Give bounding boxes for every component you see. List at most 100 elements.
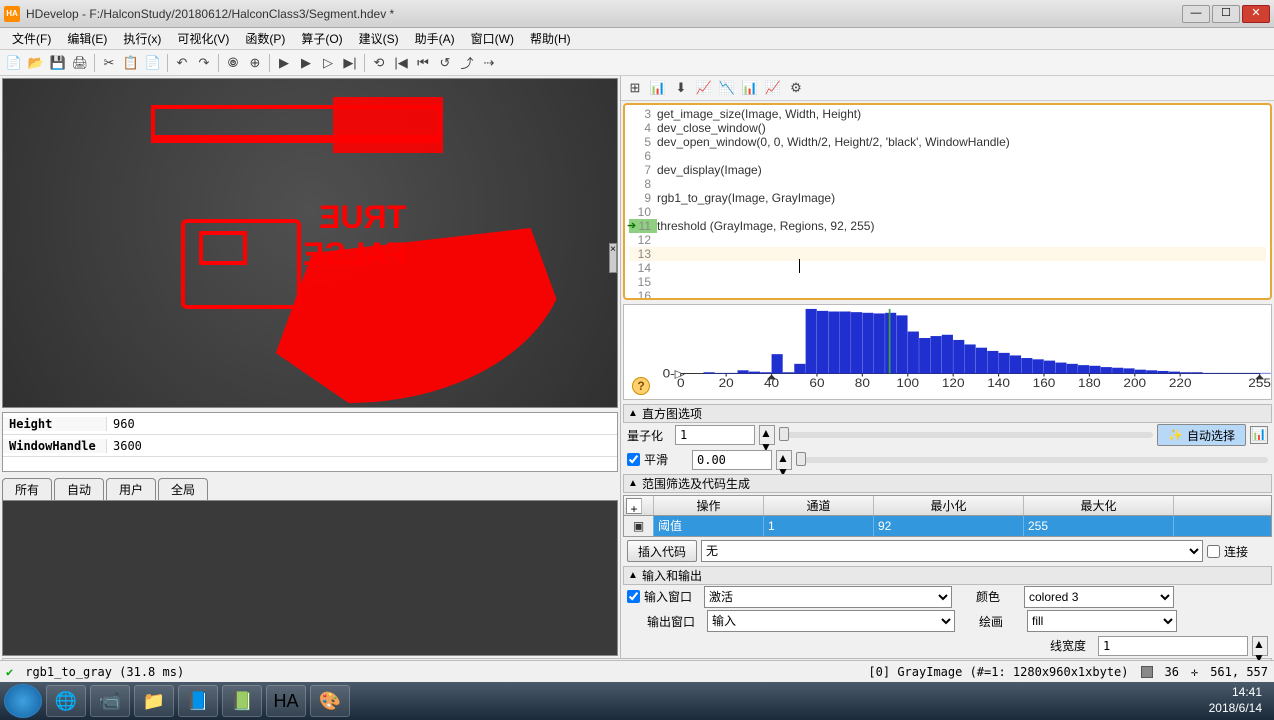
toolbar-button[interactable]: 📄 xyxy=(143,53,163,73)
toolbar-button[interactable]: 🖨 xyxy=(70,53,90,73)
insert-code-button[interactable]: 插入代码 xyxy=(627,540,697,562)
menu-item[interactable]: 编辑(E) xyxy=(59,28,115,49)
linewidth-input[interactable] xyxy=(1098,636,1248,656)
toolbar-button[interactable]: ▶ xyxy=(296,53,316,73)
toolbar-button[interactable]: 📄 xyxy=(4,53,24,73)
code-line[interactable]: 12 xyxy=(629,233,1266,247)
code-line[interactable]: 3get_image_size(Image, Width, Height) xyxy=(629,107,1266,121)
input-window-select[interactable]: 激活 xyxy=(704,586,952,608)
toolbar-button[interactable]: ⏮ xyxy=(413,53,433,73)
toolbar-button[interactable]: 🞋 xyxy=(223,53,243,73)
smooth-spinner[interactable]: ▲▼ xyxy=(776,450,792,470)
menu-item[interactable]: 建议(S) xyxy=(351,28,407,49)
code-line[interactable]: 13 xyxy=(629,247,1266,261)
toolbar-button[interactable]: ⇢ xyxy=(479,53,499,73)
code-line[interactable]: 14 xyxy=(629,261,1266,275)
toolbar-button[interactable]: 📂 xyxy=(26,53,46,73)
code-line[interactable]: 16 xyxy=(629,289,1266,301)
quantization-input[interactable] xyxy=(675,425,755,445)
smooth-checkbox[interactable] xyxy=(627,453,640,466)
code-editor[interactable]: 3get_image_size(Image, Width, Height)4de… xyxy=(623,103,1272,301)
system-tray[interactable]: 14:41 2018/6/14 xyxy=(1201,685,1270,716)
cell-operation[interactable]: 阈值 xyxy=(654,516,764,536)
taskbar-app-icon[interactable]: 🌐 xyxy=(46,685,86,717)
variable-row[interactable]: Height960 xyxy=(3,413,617,435)
table-row[interactable]: ▣ 阈值 1 92 255 xyxy=(624,516,1271,536)
toolbar-button[interactable]: ▶| xyxy=(340,53,360,73)
toolbar-button[interactable]: ↺ xyxy=(435,53,455,73)
tab[interactable]: 全局 xyxy=(158,478,208,500)
hist-config-icon[interactable]: 📊 xyxy=(1250,426,1268,444)
maximize-button[interactable]: ☐ xyxy=(1212,5,1240,23)
smooth-slider[interactable] xyxy=(796,457,1268,463)
taskbar-app-icon[interactable]: 🎨 xyxy=(310,685,350,717)
toolbar-button[interactable]: 📋 xyxy=(121,53,141,73)
tab[interactable]: 自动 xyxy=(54,478,104,500)
section-io[interactable]: ▲ 输入和输出 xyxy=(623,566,1272,585)
assistant-toolbar-button[interactable]: 📉 xyxy=(717,78,737,98)
close-button[interactable]: ✕ xyxy=(1242,5,1270,23)
viewer-collapse-handle[interactable]: × xyxy=(609,243,617,273)
toolbar-button[interactable]: ⤴ xyxy=(457,53,477,73)
toolbar-button[interactable]: ▶ xyxy=(274,53,294,73)
assistant-toolbar-button[interactable]: ⬇ xyxy=(671,78,691,98)
code-line[interactable]: 7dev_display(Image) xyxy=(629,163,1266,177)
toolbar-button[interactable]: ↷ xyxy=(194,53,214,73)
toolbar-button[interactable]: ▷ xyxy=(318,53,338,73)
cell-max[interactable]: 255 xyxy=(1024,516,1174,536)
taskbar-app-icon[interactable]: HA xyxy=(266,685,306,717)
add-row-button[interactable]: + xyxy=(626,498,642,514)
input-window-checkbox[interactable] xyxy=(627,590,640,603)
insert-code-select[interactable]: 无 xyxy=(701,540,1203,562)
code-line[interactable]: 6 xyxy=(629,149,1266,163)
output-window-select[interactable]: 输入 xyxy=(707,610,955,632)
code-line[interactable]: 11➔threshold (GrayImage, Regions, 92, 25… xyxy=(629,219,1266,233)
color-select[interactable]: colored 3 xyxy=(1024,586,1174,608)
taskbar-app-icon[interactable]: 📘 xyxy=(178,685,218,717)
taskbar-app-icon[interactable]: 📁 xyxy=(134,685,174,717)
menu-item[interactable]: 可视化(V) xyxy=(169,28,237,49)
connect-checkbox[interactable] xyxy=(1207,545,1220,558)
toolbar-button[interactable]: ↶ xyxy=(172,53,192,73)
quant-slider[interactable] xyxy=(779,432,1153,438)
taskbar-app-icon[interactable]: 📗 xyxy=(222,685,262,717)
toolbar-button[interactable]: ✂ xyxy=(99,53,119,73)
toolbar-button[interactable]: 💾 xyxy=(48,53,68,73)
menu-item[interactable]: 助手(A) xyxy=(407,28,463,49)
menu-item[interactable]: 函数(P) xyxy=(237,28,293,49)
code-line[interactable]: 15 xyxy=(629,275,1266,289)
menu-item[interactable]: 窗口(W) xyxy=(463,28,522,49)
image-viewer[interactable]: TRUEFALSE × xyxy=(2,78,618,408)
taskbar-app-icon[interactable]: 📹 xyxy=(90,685,130,717)
assistant-toolbar-button[interactable]: 📈 xyxy=(694,78,714,98)
assistant-toolbar-button[interactable]: ⊞ xyxy=(625,78,645,98)
toolbar-button[interactable]: |◀ xyxy=(391,53,411,73)
variable-row[interactable]: WindowHandle3600 xyxy=(3,435,617,457)
smooth-input[interactable] xyxy=(692,450,772,470)
lw-spinner[interactable]: ▲▼ xyxy=(1252,636,1268,656)
code-line[interactable]: 4dev_close_window() xyxy=(629,121,1266,135)
cell-min[interactable]: 92 xyxy=(874,516,1024,536)
tab[interactable]: 用户 xyxy=(106,478,156,500)
assistant-toolbar-button[interactable]: 📊 xyxy=(740,78,760,98)
menu-item[interactable]: 文件(F) xyxy=(4,28,59,49)
assistant-toolbar-button[interactable]: 📈 xyxy=(763,78,783,98)
auto-select-button[interactable]: ✨自动选择 xyxy=(1157,424,1246,446)
quant-spinner[interactable]: ▲▼ xyxy=(759,425,775,445)
menu-item[interactable]: 算子(O) xyxy=(293,28,350,49)
code-line[interactable]: 5dev_open_window(0, 0, Width/2, Height/2… xyxy=(629,135,1266,149)
cell-channel[interactable]: 1 xyxy=(764,516,874,536)
section-range-codegen[interactable]: ▲ 范围筛选及代码生成 xyxy=(623,474,1272,493)
histogram[interactable]: 0-▷ 020406080100120140160180200220255 ? xyxy=(623,304,1272,400)
toolbar-button[interactable]: ⟲ xyxy=(369,53,389,73)
menu-item[interactable]: 执行(x) xyxy=(115,28,169,49)
assistant-toolbar-button[interactable]: ⚙ xyxy=(786,78,806,98)
section-histogram-options[interactable]: ▲ 直方图选项 xyxy=(623,404,1272,423)
code-line[interactable]: 10 xyxy=(629,205,1266,219)
minimize-button[interactable]: — xyxy=(1182,5,1210,23)
toolbar-button[interactable]: ⊕ xyxy=(245,53,265,73)
assistant-toolbar-button[interactable]: 📊 xyxy=(648,78,668,98)
draw-select[interactable]: fill xyxy=(1027,610,1177,632)
remove-row-icon[interactable]: ▣ xyxy=(633,516,644,536)
code-line[interactable]: 8 xyxy=(629,177,1266,191)
